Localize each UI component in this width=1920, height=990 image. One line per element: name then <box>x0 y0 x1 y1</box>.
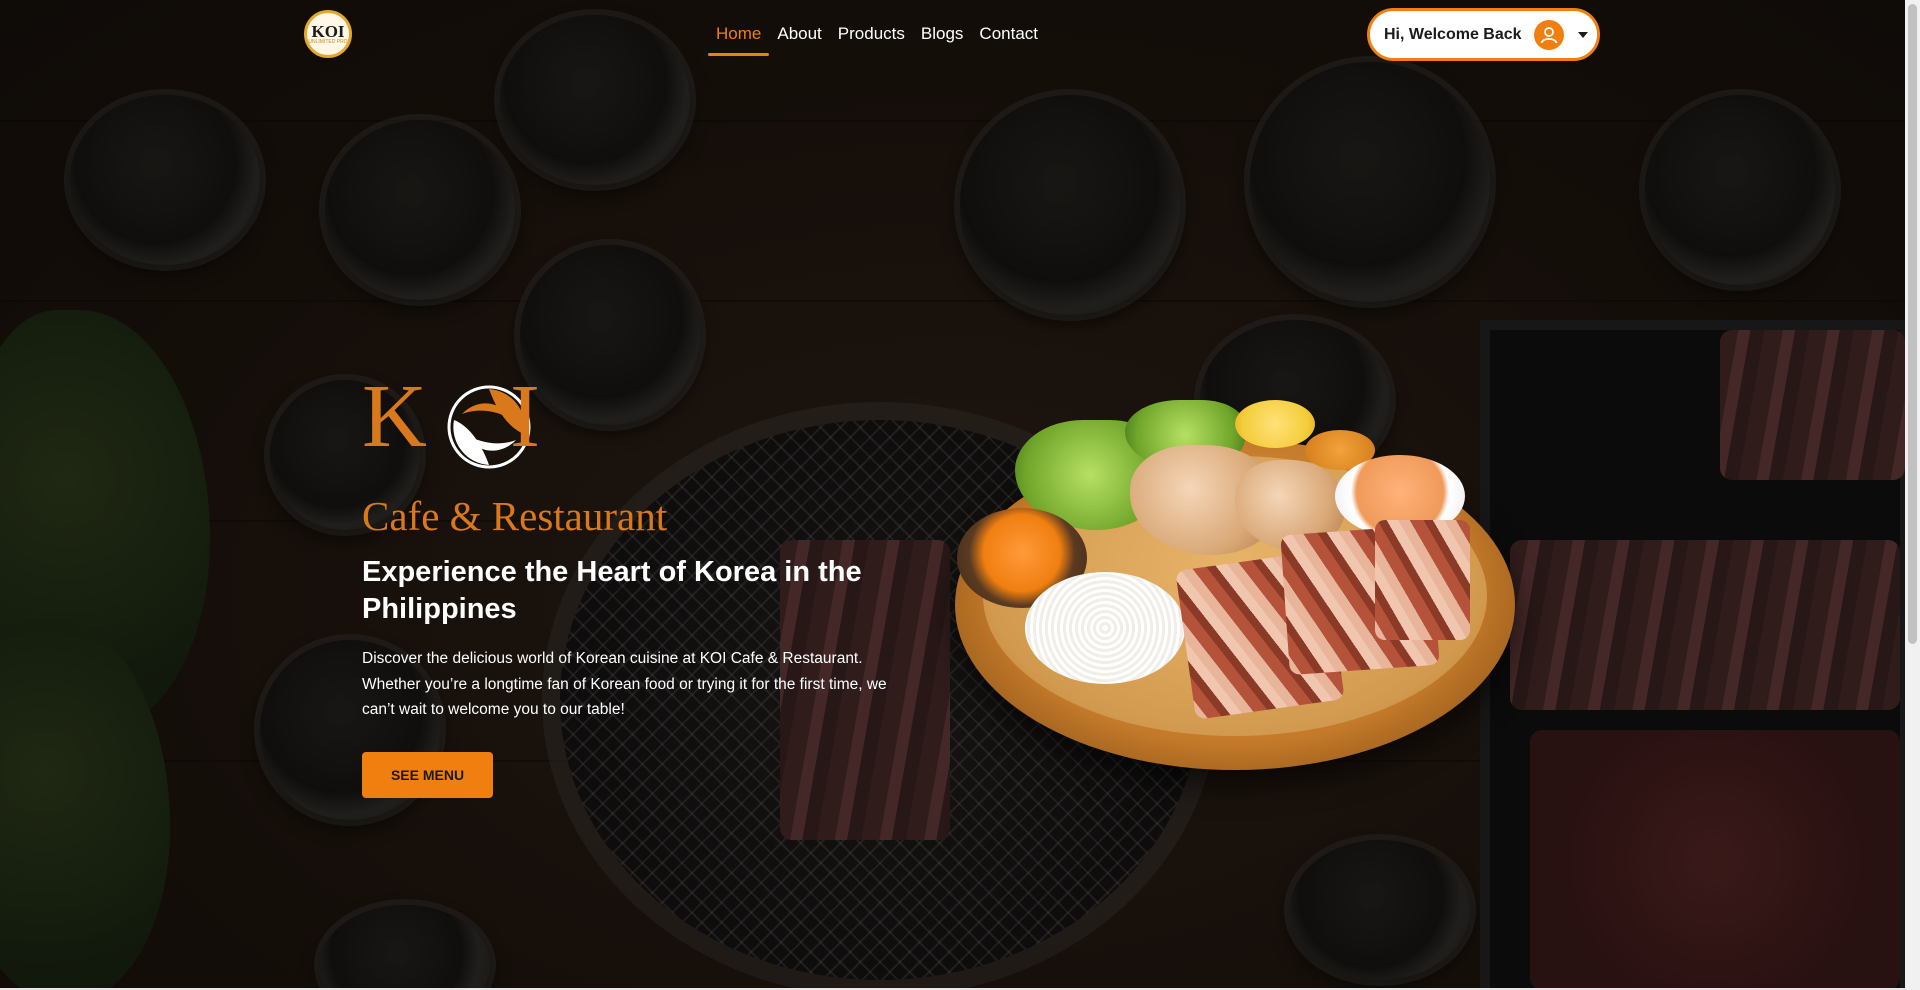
nav-products[interactable]: Products <box>830 20 913 56</box>
see-menu-button[interactable]: SEE MENU <box>362 752 493 798</box>
user-icon <box>1533 19 1564 50</box>
user-menu-button[interactable]: Hi, Welcome Back <box>1367 8 1600 61</box>
main-nav: Home About Products Blogs Contact <box>708 20 1046 56</box>
logo-subtext: UNLIMITED PRO <box>308 38 348 45</box>
user-greeting: Hi, Welcome Back <box>1384 25 1522 43</box>
logo-letter-k: K <box>362 367 427 466</box>
hero-background-image <box>0 0 1905 988</box>
page-scrollbar[interactable] <box>1905 0 1920 990</box>
logo-letter-i: I <box>510 367 540 466</box>
hero-headline: Experience the Heart of Korea in the Phi… <box>362 556 862 625</box>
chevron-down-icon <box>1577 31 1588 38</box>
brand-logo[interactable]: KOI UNLIMITED PRO <box>304 10 352 58</box>
scrollbar-thumb[interactable] <box>1908 4 1917 644</box>
hero-description: Discover the delicious world of Korean c… <box>362 650 887 718</box>
logo-text: KOI <box>311 21 345 41</box>
nav-contact[interactable]: Contact <box>971 20 1046 56</box>
featured-dish-image <box>955 400 1517 770</box>
nav-home[interactable]: Home <box>708 20 770 56</box>
nav-about[interactable]: About <box>769 20 829 56</box>
hero-subtitle: Cafe & Restaurant <box>362 493 668 539</box>
nav-blogs[interactable]: Blogs <box>913 20 972 56</box>
